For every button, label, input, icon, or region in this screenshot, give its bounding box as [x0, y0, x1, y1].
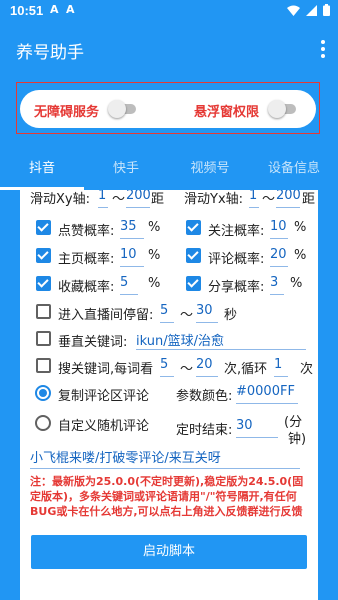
slide-y-label: 滑动Yx轴:	[184, 192, 244, 207]
timed-end-unit-2: 钟)	[288, 432, 307, 447]
homepage-label: 主页概率:	[58, 252, 115, 267]
live-unit: 秒	[224, 308, 238, 323]
homepage-unit: %	[148, 248, 161, 263]
slide-x-label: 滑动Xy轴:	[30, 192, 90, 207]
follow-checkbox[interactable]	[186, 220, 201, 235]
share-input[interactable]: 3	[270, 275, 284, 295]
live-label: 进入直播间停留:	[58, 308, 154, 323]
slide-x-tilde: ～	[112, 192, 126, 207]
like-label: 点赞概率:	[58, 224, 115, 239]
slide-x-to-input[interactable]: 200	[126, 190, 150, 208]
search-mid: 次,循环	[224, 362, 268, 377]
live-checkbox[interactable]	[36, 304, 51, 319]
tab-device-info[interactable]: 设备信息	[252, 150, 336, 190]
search-loop-input[interactable]: 1	[274, 357, 288, 377]
comment-unit: %	[294, 248, 307, 263]
app-title: 养号助手	[16, 43, 84, 63]
slide-y-tilde: ～	[262, 192, 276, 207]
search-keyword-checkbox[interactable]	[36, 358, 51, 373]
param-color-label: 参数颜色:	[176, 389, 233, 404]
share-unit: %	[290, 276, 303, 291]
search-from-input[interactable]: 5	[160, 357, 174, 377]
overlay-toggle[interactable]	[268, 100, 298, 118]
live-sep: ～	[180, 308, 194, 323]
slide-y-from-input[interactable]: 1	[249, 190, 259, 208]
slide-y-to-input[interactable]: 200	[276, 190, 300, 208]
notice-text: 注：最新版为25.0.0(不定时更新),稳定版为24.5.0(固定版本)，多条关…	[30, 475, 304, 518]
like-checkbox[interactable]	[36, 220, 51, 235]
a-icon: A	[66, 3, 75, 16]
slide-row: 滑动Xy轴: 1 ～ 200 距 滑动Yx轴: 1 ～ 200 距	[20, 190, 318, 212]
tab-kuaishou[interactable]: 快手	[84, 150, 168, 190]
favorite-input[interactable]: 5	[120, 275, 138, 295]
vertical-keyword-row: 垂直关键词: ikun/篮球/治愈	[20, 327, 318, 353]
custom-comment-row: 自定义随机评论 定时结束: 30 (分 钟)	[20, 411, 318, 451]
comment-checkbox[interactable]	[186, 248, 201, 263]
follow-unit: %	[294, 220, 307, 235]
live-row: 进入直播间停留: 5 ～ 30 秒	[20, 300, 318, 326]
homepage-checkbox[interactable]	[36, 248, 51, 263]
custom-comment-label: 自定义随机评论	[58, 419, 150, 434]
battery-icon	[323, 4, 330, 16]
search-keyword-label: 搜关键词,每词看	[58, 362, 154, 377]
more-options-icon[interactable]	[320, 40, 326, 58]
timed-end-input[interactable]: 30	[236, 418, 278, 438]
comment-input[interactable]: 20	[270, 247, 288, 267]
a-icon: A	[50, 3, 59, 16]
search-sep: ～	[180, 362, 194, 377]
slide-x-from-input[interactable]: 1	[98, 190, 108, 208]
custom-comment-input[interactable]: 小飞棍来喽/打破零评论/来互关呀	[30, 447, 300, 469]
follow-input[interactable]: 10	[270, 219, 288, 239]
timed-end-label: 定时结束:	[176, 423, 233, 438]
favorite-unit: %	[148, 276, 161, 291]
slide-x-unit: 距	[151, 192, 165, 207]
signal-icon	[306, 4, 317, 16]
search-to-input[interactable]: 20	[196, 357, 218, 377]
tab-video-channel[interactable]: 视频号	[168, 150, 252, 190]
tab-douyin[interactable]: 抖音	[0, 150, 84, 190]
like-follow-row: 点赞概率: 35 % 关注概率: 10 %	[20, 217, 318, 243]
share-checkbox[interactable]	[186, 276, 201, 291]
search-unit: 次	[300, 362, 314, 377]
status-bar: 10:51 A A	[0, 0, 338, 22]
status-right	[287, 4, 330, 16]
homepage-comment-row: 主页概率: 10 % 评论概率: 20 %	[20, 245, 318, 271]
live-to-input[interactable]: 30	[196, 303, 218, 323]
search-keyword-row: 搜关键词,每词看 5 ～ 20 次,循环 1 次	[20, 354, 318, 380]
favorite-label: 收藏概率:	[58, 280, 115, 295]
vertical-keyword-label: 垂直关键词:	[58, 335, 128, 350]
comment-label: 评论概率:	[208, 252, 265, 267]
homepage-input[interactable]: 10	[120, 247, 144, 267]
slide-y-unit: 距	[302, 192, 316, 207]
permissions-card: 无障碍服务 悬浮窗权限	[20, 90, 316, 128]
app-toolbar: 养号助手	[0, 22, 338, 78]
copy-comment-radio[interactable]	[35, 385, 51, 401]
favorite-checkbox[interactable]	[36, 276, 51, 291]
status-time: 10:51	[10, 3, 44, 18]
copy-comment-row: 复制评论区评论 参数颜色: #0000FF	[20, 381, 318, 407]
vertical-keyword-input[interactable]: ikun/篮球/治愈	[136, 330, 306, 350]
start-script-button[interactable]: 启动脚本	[31, 535, 307, 569]
param-color-input[interactable]: #0000FF	[236, 384, 298, 404]
like-input[interactable]: 35	[120, 219, 144, 239]
overlay-label: 悬浮窗权限	[194, 105, 260, 120]
accessibility-toggle[interactable]	[108, 100, 138, 118]
favorite-share-row: 收藏概率: 5 % 分享概率: 3 %	[20, 273, 318, 299]
platform-tabs: 抖音 快手 视频号 设备信息	[0, 150, 338, 190]
vertical-keyword-checkbox[interactable]	[36, 331, 51, 346]
share-label: 分享概率:	[208, 280, 265, 295]
settings-panel: 滑动Xy轴: 1 ～ 200 距 滑动Yx轴: 1 ～ 200 距 点赞概率: …	[20, 190, 318, 600]
wifi-icon	[287, 5, 300, 16]
follow-label: 关注概率:	[208, 224, 265, 239]
live-from-input[interactable]: 5	[160, 303, 174, 323]
accessibility-label: 无障碍服务	[34, 105, 100, 120]
custom-comment-radio[interactable]	[35, 415, 51, 431]
copy-comment-label: 复制评论区评论	[58, 389, 150, 404]
like-unit: %	[148, 220, 161, 235]
